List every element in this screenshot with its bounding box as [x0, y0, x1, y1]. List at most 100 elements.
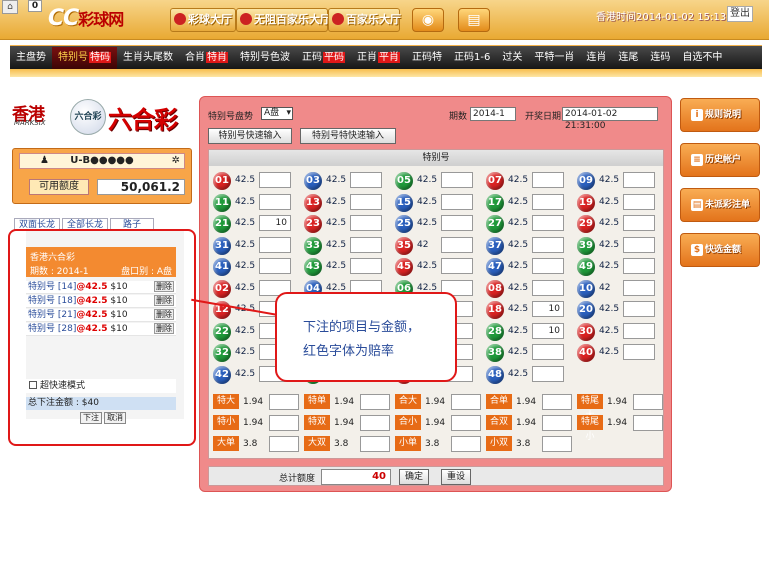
fast-mode-checkbox[interactable]	[29, 381, 37, 389]
number-ball[interactable]: 33	[304, 236, 322, 255]
nav-item[interactable]: 合肖 特肖	[179, 47, 234, 69]
nav-item[interactable]: 连尾	[612, 47, 644, 69]
bet-amount-input[interactable]	[623, 193, 655, 210]
bet-amount-input[interactable]	[532, 215, 564, 231]
fast-quick-input-button[interactable]: 特别号特快速输入	[300, 128, 396, 144]
bet-amount-input[interactable]	[532, 279, 564, 296]
number-ball[interactable]: 20	[577, 301, 595, 319]
number-ball[interactable]: 21	[213, 215, 231, 233]
number-ball[interactable]: 18	[486, 301, 504, 319]
special-amount-input[interactable]	[360, 415, 390, 431]
submit-bet-button[interactable]: 下注	[80, 412, 102, 424]
bet-amount-input[interactable]	[350, 172, 382, 188]
history-button[interactable]: ≡ 历史帐户	[680, 143, 760, 177]
special-amount-input[interactable]	[269, 415, 299, 431]
bet-amount-input[interactable]	[623, 236, 655, 253]
bet-amount-input[interactable]	[441, 193, 473, 210]
tab-baccarat-free[interactable]: 无阻百家乐大厅	[236, 8, 331, 32]
number-ball[interactable]: 30	[577, 322, 595, 341]
bet-amount-input[interactable]	[623, 279, 655, 296]
number-ball[interactable]: 07	[486, 172, 504, 190]
number-ball[interactable]: 42	[213, 365, 231, 384]
special-amount-input[interactable]	[451, 415, 481, 431]
number-ball[interactable]: 47	[486, 258, 504, 276]
number-ball[interactable]: 03	[304, 172, 322, 190]
rules-button[interactable]: i 规则说明	[680, 98, 760, 132]
nav-item[interactable]: 正码1-6	[448, 47, 496, 69]
number-ball[interactable]: 22	[213, 322, 231, 341]
number-ball[interactable]: 39	[577, 236, 595, 255]
bet-amount-input[interactable]	[623, 258, 655, 274]
nav-item[interactable]: 生肖头尾数	[117, 47, 179, 69]
reset-button[interactable]: 重设	[441, 469, 471, 485]
bet-amount-input[interactable]: 10	[532, 322, 564, 339]
delete-bet-button[interactable]: 删除	[154, 323, 174, 334]
delete-bet-button[interactable]: 删除	[154, 281, 174, 292]
quick-amount-button[interactable]: $ 快选金额	[680, 233, 760, 267]
number-ball[interactable]: 45	[395, 258, 413, 276]
nav-item[interactable]: 正码特	[406, 47, 448, 69]
nav-item[interactable]: 正肖 平肖	[351, 47, 406, 69]
bet-amount-input[interactable]	[350, 258, 382, 274]
nav-item[interactable]: 特别号 特码	[52, 46, 117, 69]
bet-amount-input[interactable]	[441, 258, 473, 274]
bet-amount-input[interactable]	[350, 215, 382, 231]
number-ball[interactable]: 40	[577, 344, 595, 362]
bet-amount-input[interactable]	[259, 193, 291, 210]
logout-button[interactable]: 登出	[727, 6, 753, 22]
special-amount-input[interactable]	[451, 394, 481, 410]
number-ball[interactable]: 38	[486, 344, 504, 362]
unsettled-button[interactable]: ▤ 未派彩注单	[680, 188, 760, 222]
number-ball[interactable]: 08	[486, 279, 504, 298]
number-ball[interactable]: 11	[213, 193, 231, 212]
bet-amount-input[interactable]	[441, 236, 473, 253]
confirm-button[interactable]: 确定	[399, 469, 429, 485]
number-ball[interactable]: 28	[486, 322, 504, 341]
number-ball[interactable]: 19	[577, 193, 595, 212]
bet-amount-input[interactable]	[532, 172, 564, 188]
special-amount-input[interactable]	[542, 415, 572, 431]
number-ball[interactable]: 32	[213, 344, 231, 362]
bet-amount-input[interactable]	[623, 301, 655, 317]
number-ball[interactable]: 25	[395, 215, 413, 233]
bet-amount-input[interactable]	[259, 172, 291, 188]
number-ball[interactable]: 41	[213, 258, 231, 276]
nav-item[interactable]: 过关	[496, 47, 528, 69]
bet-amount-input[interactable]	[532, 236, 564, 253]
number-ball[interactable]: 05	[395, 172, 413, 190]
bet-amount-input[interactable]	[441, 215, 473, 231]
number-ball[interactable]: 27	[486, 215, 504, 233]
number-ball[interactable]: 31	[213, 236, 231, 255]
bet-amount-input[interactable]	[532, 193, 564, 210]
bet-amount-input[interactable]	[623, 344, 655, 360]
tab-baccarat-hall[interactable]: 百家乐大厅	[328, 8, 401, 32]
quick-input-button[interactable]: 特别号快速输入	[208, 128, 292, 144]
bet-amount-input[interactable]	[532, 344, 564, 360]
bet-amount-input[interactable]	[623, 322, 655, 339]
bet-amount-input[interactable]: 10	[259, 215, 291, 231]
special-amount-input[interactable]	[360, 436, 390, 452]
home-icon[interactable]: ⌂	[2, 0, 18, 14]
bet-amount-input[interactable]	[259, 236, 291, 253]
special-amount-input[interactable]	[451, 436, 481, 452]
number-ball[interactable]: 35	[395, 236, 413, 255]
bet-amount-input[interactable]	[259, 258, 291, 274]
bet-amount-input[interactable]	[532, 258, 564, 274]
bet-amount-input[interactable]	[623, 172, 655, 188]
nav-item[interactable]: 特别号色波	[234, 47, 296, 69]
number-ball[interactable]: 29	[577, 215, 595, 233]
number-ball[interactable]: 10	[577, 279, 595, 298]
number-ball[interactable]: 37	[486, 236, 504, 255]
settings-icon[interactable]: ◉	[412, 8, 444, 32]
special-amount-input[interactable]	[360, 394, 390, 410]
number-ball[interactable]: 17	[486, 193, 504, 212]
bet-amount-input[interactable]	[441, 172, 473, 188]
number-ball[interactable]: 09	[577, 172, 595, 190]
special-amount-input[interactable]	[633, 415, 663, 431]
number-ball[interactable]: 13	[304, 193, 322, 212]
special-amount-input[interactable]	[269, 394, 299, 410]
delete-bet-button[interactable]: 删除	[154, 309, 174, 320]
bet-amount-input[interactable]	[532, 365, 564, 382]
delete-bet-button[interactable]: 删除	[154, 295, 174, 306]
number-ball[interactable]: 49	[577, 258, 595, 276]
